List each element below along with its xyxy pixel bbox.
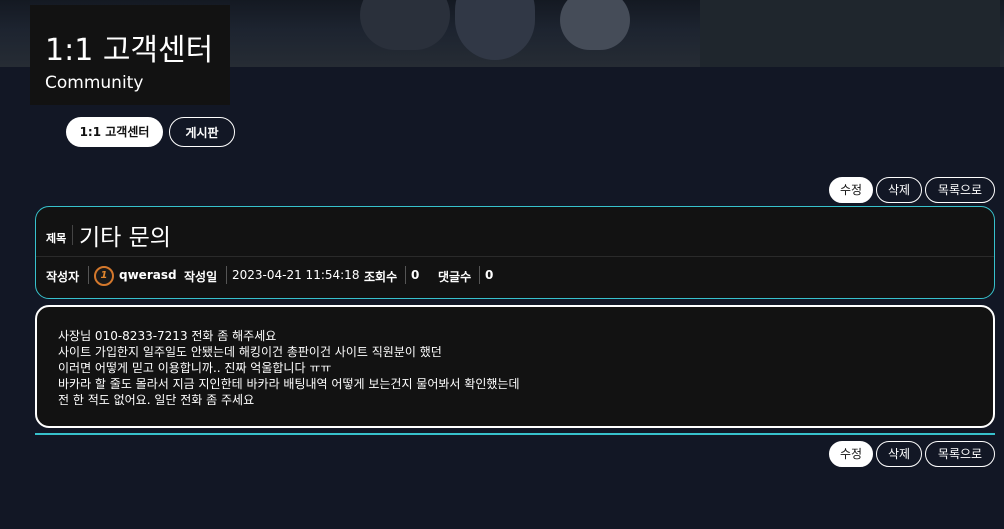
level-1-icon: 1 — [94, 266, 114, 286]
post-body-line: 사이트 가입한지 일주일도 안됐는데 해킹이건 총판이건 사이트 직원분이 했던 — [58, 345, 442, 359]
divider — [88, 266, 89, 284]
divider — [72, 225, 73, 245]
subject-label: 제목 — [46, 232, 67, 245]
divider — [479, 266, 480, 284]
comments-count: 0 — [485, 268, 494, 282]
divider — [226, 266, 227, 284]
post-date: 2023-04-21 11:54:18 — [232, 268, 360, 282]
edit-button[interactable]: 수정 — [829, 177, 873, 203]
page-title-box: 1:1 고객센터 Community — [30, 5, 230, 105]
divider — [35, 433, 995, 435]
comments-label: 댓글수 — [438, 270, 472, 284]
divider — [405, 266, 406, 284]
banner-image-shape — [700, 0, 1000, 67]
author-name[interactable]: qwerasd — [119, 268, 177, 282]
banner-image-shape — [360, 0, 450, 50]
page-subtitle: Community — [45, 73, 144, 93]
post-body-line: 사장님 010-8233-7213 전화 좀 해주세요 — [58, 329, 277, 343]
author-label: 작성자 — [46, 270, 80, 284]
divider — [36, 256, 994, 257]
date-label: 작성일 — [184, 270, 218, 284]
post-body-line: 이러면 어떻게 믿고 이용합니까.. 진짜 억울합니다 ㅠㅠ — [58, 361, 332, 375]
post-body: 사장님 010-8233-7213 전화 좀 해주세요 사이트 가입한지 일주일… — [35, 305, 995, 428]
tab-board[interactable]: 게시판 — [169, 117, 235, 147]
post-body-line: 바카라 할 줄도 몰라서 지금 지인한테 바카라 배팅내역 어떻게 보는건지 물… — [58, 377, 520, 391]
delete-button[interactable]: 삭제 — [876, 177, 922, 203]
page-title: 1:1 고객센터 — [45, 33, 214, 68]
post-header-card: 제목 기타 문의 작성자 1 qwerasd 작성일 2023-04-21 11… — [35, 206, 995, 299]
edit-button[interactable]: 수정 — [829, 441, 873, 467]
delete-button[interactable]: 삭제 — [876, 441, 922, 467]
banner-image-shape — [455, 0, 535, 60]
tab-customer-center[interactable]: 1:1 고객센터 — [66, 117, 163, 147]
list-button[interactable]: 목록으로 — [925, 177, 995, 203]
post-subject: 기타 문의 — [79, 225, 171, 251]
views-label: 조회수 — [364, 270, 398, 284]
banner-image-shape — [560, 0, 630, 50]
views-count: 0 — [411, 268, 420, 282]
list-button[interactable]: 목록으로 — [925, 441, 995, 467]
post-body-line: 전 한 적도 없어요. 일단 전화 좀 주세요 — [58, 393, 255, 407]
